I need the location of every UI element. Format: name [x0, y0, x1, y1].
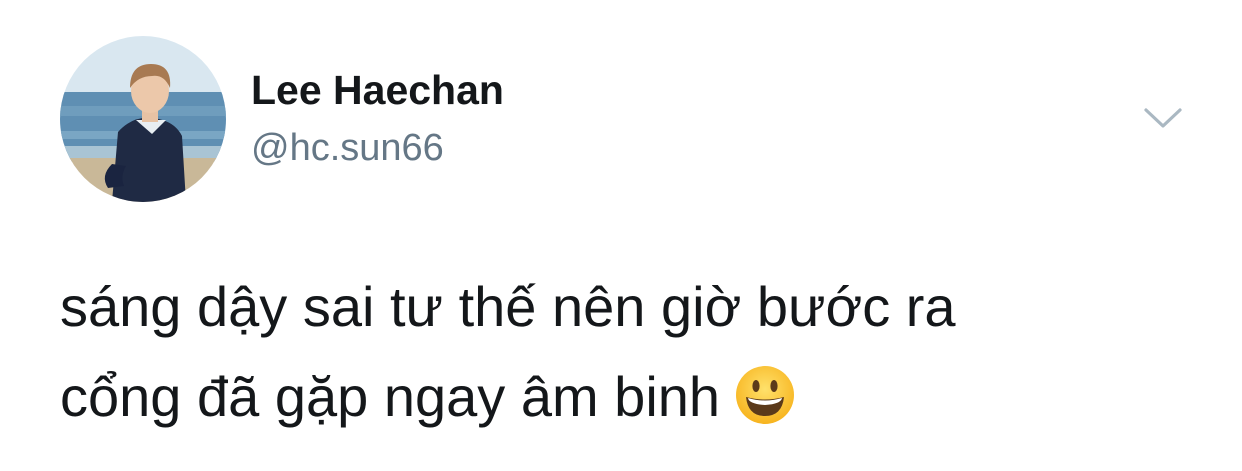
tweet-text-line: cổng đã gặp ngay âm binh: [60, 365, 721, 428]
tweet-text: sáng dậy sai tư thế nên giờ bước ra cổng…: [60, 262, 1200, 442]
grinning-face-emoji-icon: [734, 364, 796, 426]
chevron-down-icon[interactable]: [1142, 104, 1184, 132]
author-handle[interactable]: @hc.sun66: [251, 124, 444, 172]
author-avatar[interactable]: [60, 36, 226, 202]
profile-photo-icon: [60, 36, 226, 202]
tweet-text-line: sáng dậy sai tư thế nên giờ bước ra: [60, 275, 956, 338]
author-display-name[interactable]: Lee Haechan: [251, 64, 504, 116]
tweet-card: Lee Haechan @hc.sun66 sáng dậy sai tư th…: [0, 0, 1242, 471]
tweet-text-line-with-emoji: cổng đã gặp ngay âm binh: [60, 352, 1200, 442]
